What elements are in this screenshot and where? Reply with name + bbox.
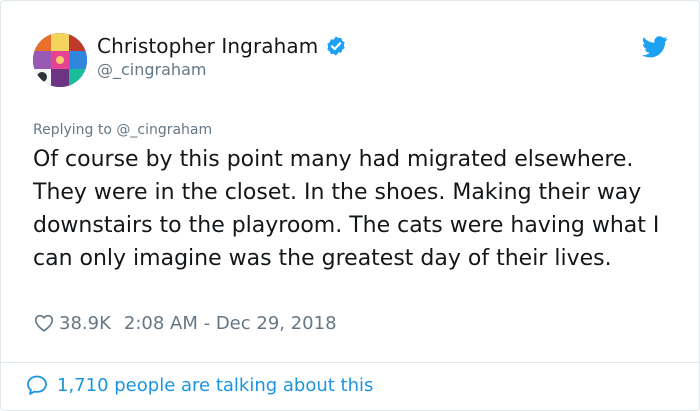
author-display-name[interactable]: Christopher Ingraham (97, 34, 318, 58)
author-name-row[interactable]: Christopher Ingraham (97, 34, 347, 58)
tweet-text: Of course by this point many had migrate… (33, 147, 660, 271)
heart-icon[interactable] (33, 312, 55, 334)
twitter-bird-icon[interactable] (642, 36, 668, 58)
replying-to-label[interactable]: Replying to @_cingraham (33, 122, 212, 138)
speech-bubble-icon (27, 375, 47, 395)
footer-divider (1, 362, 699, 363)
avatar[interactable] (33, 33, 87, 87)
verified-badge-icon (327, 36, 346, 56)
tweet-card: Christopher Ingraham @_cingraham Replyin… (0, 0, 700, 411)
tweet-timestamp[interactable]: 2:08 AM - Dec 29, 2018 (124, 313, 337, 334)
author-handle[interactable]: @_cingraham (97, 60, 206, 79)
talking-about-link[interactable]: 1,710 people are talking about this (25, 373, 373, 397)
talking-about-text[interactable]: 1,710 people are talking about this (57, 375, 373, 396)
tweet-meta: 38.9K 2:08 AM - Dec 29, 2018 (33, 312, 337, 334)
like-count[interactable]: 38.9K (59, 313, 111, 334)
